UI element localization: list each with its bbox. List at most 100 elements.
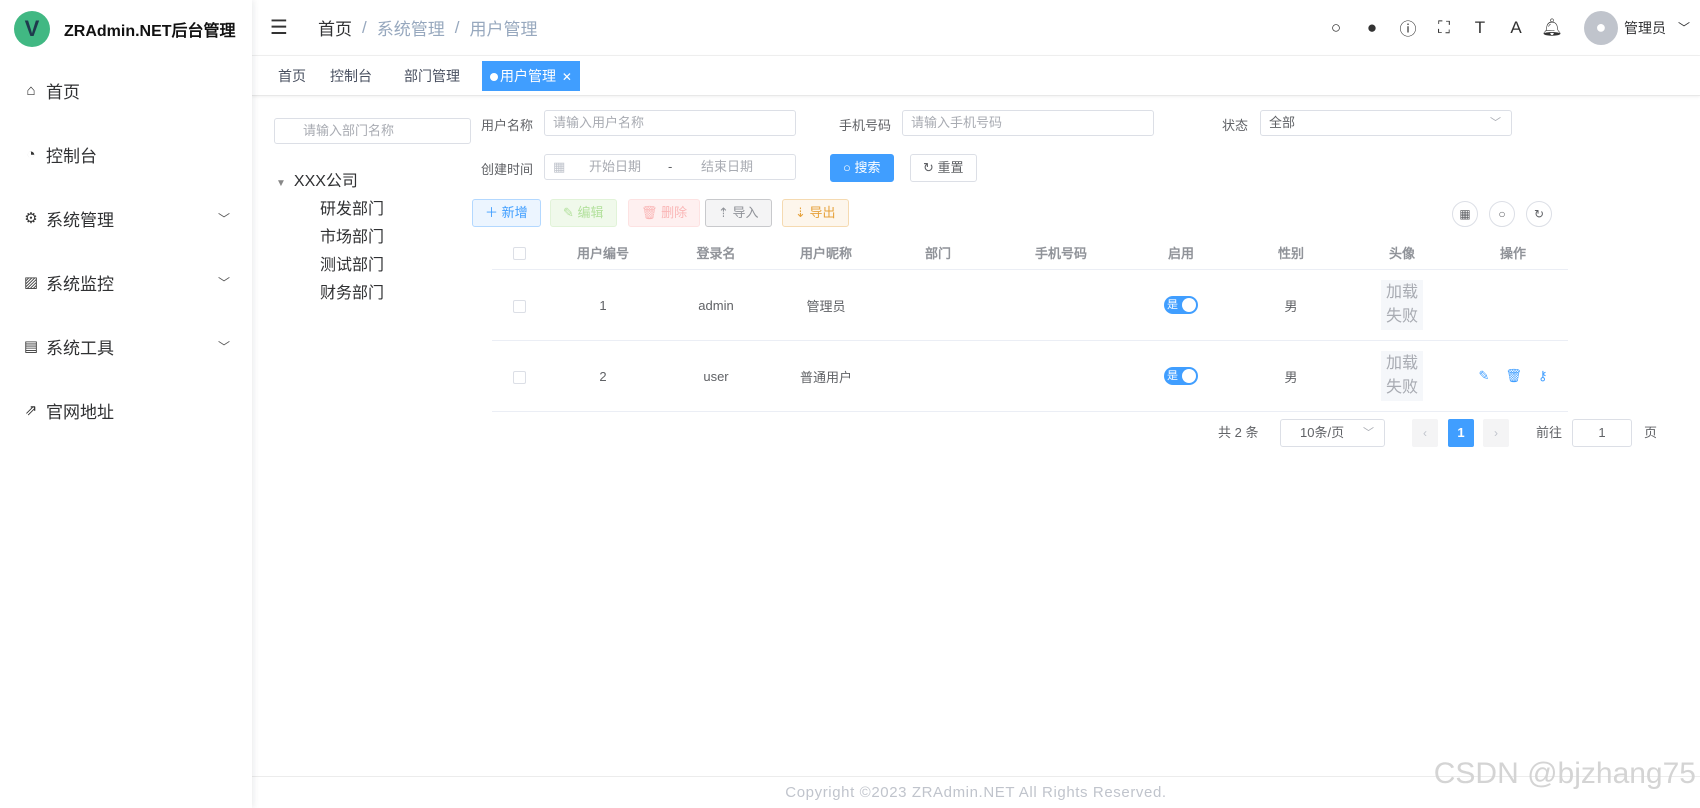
username-label: 用户名称	[481, 118, 534, 133]
switch-knob	[1182, 369, 1196, 383]
chevron-down-icon: ﹀	[1490, 117, 1501, 129]
download-icon: ⇣	[795, 205, 806, 220]
cell-nickname: 普通用户	[799, 369, 852, 385]
tree-node[interactable]: 财务部门	[276, 280, 384, 308]
breadcrumb-home[interactable]: 首页	[318, 15, 352, 40]
delete-button[interactable]: 🗑︎ 删除	[628, 199, 701, 227]
logo-icon: V	[14, 11, 50, 47]
avatar: ●	[1583, 10, 1618, 45]
chevron-down-icon: ﹀	[1677, 21, 1690, 35]
dept-tree: ▼ XXX公司 研发部门 市场部门 测试部门 财务部门	[276, 168, 384, 308]
enabled-switch[interactable]: 是	[1164, 367, 1198, 385]
main-area: ☰ 首页 / 系统管理 / 用户管理 ○ ● ⓘ ⛶ T A 🔔︎ ● 管理员 …	[252, 0, 1700, 808]
breadcrumb-system: 系统管理	[376, 20, 445, 39]
add-button-label: 新增	[501, 205, 528, 220]
pagination-total: 共 2 条	[1218, 425, 1259, 440]
trash-icon[interactable]: 🗑︎	[1505, 368, 1522, 384]
status-select[interactable]: 全部 ﹀	[1260, 110, 1512, 136]
refresh-icon: ↻	[923, 160, 934, 175]
username-input[interactable]: 请输入用户名称	[544, 110, 796, 136]
row-checkbox[interactable]	[512, 370, 526, 384]
tree-node[interactable]: 研发部门	[276, 196, 384, 224]
select-all-checkbox[interactable]	[512, 247, 526, 261]
tag-user[interactable]: 用户管理 ✕	[482, 60, 580, 91]
row-checkbox[interactable]	[512, 299, 526, 313]
export-button[interactable]: ⇣ 导出	[782, 199, 849, 227]
cell-enabled: 是	[1126, 296, 1236, 314]
chevron-down-icon: ﹀	[1363, 427, 1374, 439]
sidebar: V ZRAdmin.NET后台管理 ⌂ 首页 ◔ 控制台 ⚙ 系统管理 ﹀ ▨ …	[0, 0, 252, 808]
status-label: 状态	[1222, 118, 1249, 133]
cell-login-name: user	[703, 368, 729, 384]
tree-node[interactable]: 市场部门	[276, 224, 384, 252]
fullscreen-icon[interactable]: ⛶	[1426, 18, 1462, 38]
goto-page-input[interactable]: 1	[1572, 419, 1632, 447]
phone-input[interactable]: 请输入手机号码	[902, 110, 1154, 136]
page-size-value: 10条/页	[1300, 425, 1345, 440]
sidebar-item-label: 控制台	[46, 146, 97, 166]
tree-node-label: XXX公司	[293, 173, 358, 190]
dept-search-input[interactable]: 请输入部门名称	[274, 118, 471, 144]
header-checkbox-cell	[492, 245, 546, 261]
caret-down-icon[interactable]: ▼	[276, 178, 286, 189]
breadcrumb-separator: /	[362, 17, 367, 37]
logo[interactable]: V ZRAdmin.NET后台管理	[0, 0, 252, 58]
close-icon[interactable]: ✕	[562, 70, 572, 84]
sidebar-item-website[interactable]: ⇗ 官网地址	[0, 378, 252, 442]
navbar-tools: ○ ● ⓘ ⛶ T A 🔔︎ ● 管理员 ﹀	[1318, 10, 1700, 45]
row-checkbox-cell	[492, 297, 546, 313]
key-icon[interactable]: ⚷	[1538, 368, 1548, 384]
reset-button[interactable]: ↻ 重置	[910, 154, 977, 182]
refresh-icon[interactable]: ↻	[1526, 201, 1552, 227]
monitor-icon: ▨	[23, 274, 39, 291]
tree-node[interactable]: 测试部门	[276, 252, 384, 280]
columns-icon[interactable]: ▦	[1452, 201, 1478, 227]
prev-page-button[interactable]: ‹	[1412, 419, 1438, 447]
tag-dept[interactable]: 部门管理	[394, 61, 470, 91]
help-icon[interactable]: ⓘ	[1390, 15, 1426, 40]
page-size-select[interactable]: 10条/页 ﹀	[1280, 419, 1385, 447]
phone-label: 手机号码	[839, 118, 892, 133]
github-icon[interactable]: ●	[1354, 18, 1390, 38]
date-range-picker[interactable]: ▦ 开始日期 - 结束日期	[544, 154, 796, 180]
plus-icon: ＋	[485, 205, 499, 220]
toggle-search-icon[interactable]: ○	[1489, 201, 1515, 227]
tag-home[interactable]: 首页	[268, 61, 316, 91]
chevron-down-icon: ﹀	[217, 211, 230, 226]
export-button-label: 导出	[809, 205, 836, 220]
trash-icon: 🗑︎	[641, 205, 658, 220]
sidebar-item-home[interactable]: ⌂ 首页	[0, 58, 252, 122]
cell-gender: 男	[1284, 369, 1298, 385]
sidebar-item-dashboard[interactable]: ◔ 控制台	[0, 122, 252, 186]
avatar-fail-line: 失败	[1385, 379, 1418, 396]
user-menu[interactable]: ● 管理员 ﹀	[1583, 10, 1690, 45]
page-number-current[interactable]: 1	[1448, 419, 1474, 447]
bell-icon[interactable]: 🔔︎	[1534, 18, 1570, 38]
tag-dashboard[interactable]: 控制台	[320, 61, 382, 91]
edit-button[interactable]: ✎ 编辑	[550, 199, 617, 227]
sidebar-item-system[interactable]: ⚙ 系统管理 ﹀	[0, 186, 252, 250]
import-button[interactable]: ⇡ 导入	[705, 199, 772, 227]
sidebar-item-tools[interactable]: ▤ 系统工具 ﹀	[0, 314, 252, 378]
tree-node-root[interactable]: ▼ XXX公司	[276, 168, 384, 196]
next-page-button[interactable]: ›	[1483, 419, 1509, 447]
add-button[interactable]: ＋ 新增	[472, 199, 541, 227]
header-cell: 部门	[924, 246, 951, 261]
cell-gender: 男	[1284, 298, 1298, 314]
cell-avatar: 加载 失败	[1346, 280, 1458, 330]
enabled-switch[interactable]: 是	[1164, 296, 1198, 314]
sidebar-item-monitor[interactable]: ▨ 系统监控 ﹀	[0, 250, 252, 314]
table-row: 2 user 普通用户 是 男 加载失败 ✎ 🗑︎ ⚷	[492, 341, 1568, 412]
sidebar-item-label: 系统管理	[46, 210, 114, 230]
translate-icon[interactable]: A	[1498, 18, 1534, 38]
header-cell: 启用	[1167, 246, 1194, 261]
font-size-icon[interactable]: T	[1462, 18, 1498, 38]
cell-user-id: 2	[599, 368, 607, 384]
search-button[interactable]: ○ 搜索	[830, 154, 894, 182]
avatar-fail-line: 加载	[1385, 355, 1418, 372]
hamburger-icon[interactable]: ☰	[270, 15, 290, 40]
cell-login-name: admin	[698, 297, 734, 313]
search-icon[interactable]: ○	[1318, 18, 1354, 38]
sidebar-item-label: 系统监控	[46, 274, 114, 294]
edit-icon[interactable]: ✎	[1479, 368, 1490, 384]
